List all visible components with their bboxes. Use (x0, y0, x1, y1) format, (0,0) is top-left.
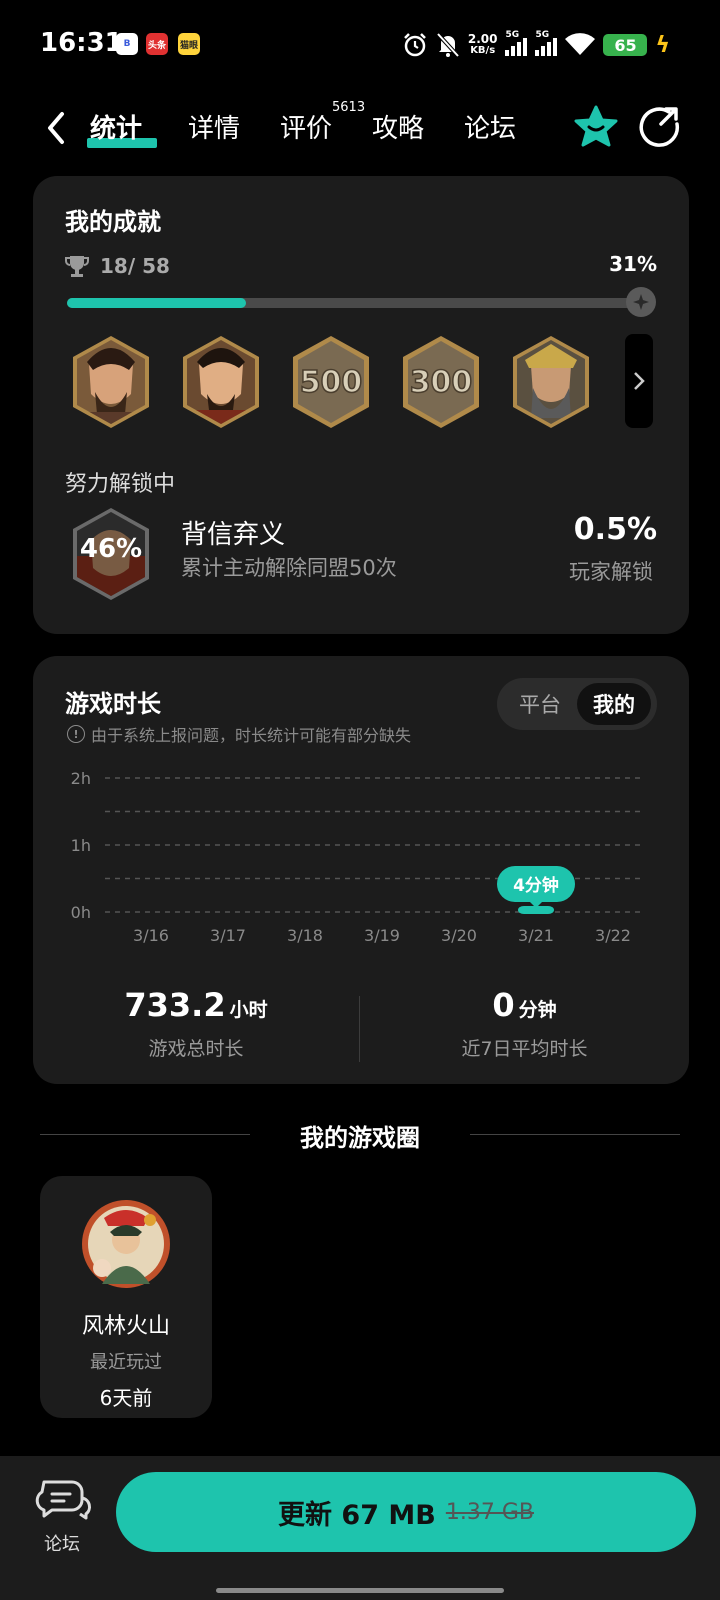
current-achievement-progress: 46% (79, 534, 143, 564)
toggle-platform[interactable]: 平台 (503, 683, 577, 725)
playtime-title: 游戏时长 (65, 690, 161, 718)
toggle-mine[interactable]: 我的 (577, 683, 651, 725)
achievement-badge[interactable] (179, 334, 263, 430)
avg-playtime-label: 近7日平均时长 (461, 1038, 588, 1060)
total-playtime-label: 游戏总时长 (148, 1038, 244, 1060)
app-notification-icon: B (116, 33, 138, 55)
chart-y-tick-label: 2h (71, 769, 91, 788)
info-icon: ! (67, 725, 85, 743)
chart-y-tick-label: 0h (71, 903, 91, 922)
badges-next-button[interactable] (625, 334, 653, 428)
wifi-icon (565, 33, 596, 55)
home-indicator (216, 1588, 504, 1593)
update-old-size: 1.37 GB (445, 1499, 534, 1525)
back-arrow-icon[interactable] (38, 106, 74, 150)
achievement-badge-300[interactable]: 300 (399, 334, 483, 430)
avg-playtime-unit: 分钟 (518, 999, 557, 1021)
current-achievement-name: 背信弃义 (181, 520, 286, 550)
chart-x-tick-label: 3/20 (441, 926, 477, 945)
playtime-chart: 0h 1h 2h 3/16 3/17 3/18 3/19 3/20 3/21 3/22 4分钟 (71, 769, 643, 945)
chart-tooltip-label: 4分钟 (513, 875, 559, 896)
divider-line (470, 1134, 680, 1135)
battery-icon: 65 (603, 34, 648, 56)
progress-end-star-icon (626, 287, 656, 317)
avg-playtime-stat: 0 分钟 近7日平均时长 (360, 986, 689, 1061)
achievement-count: 18/ 58 (100, 254, 170, 278)
game-circle-title: 我的游戏圈 (300, 1124, 420, 1152)
bottom-bar: 论坛 更新 67 MB 1.37 GB (0, 1456, 720, 1600)
favorite-star-icon[interactable] (573, 104, 619, 150)
chevron-right-icon (634, 372, 645, 390)
tab-reviews[interactable]: 评价 (280, 108, 332, 145)
signal-label: 5G (535, 30, 550, 40)
alarm-icon (403, 33, 426, 57)
avg-playtime-value: 0 (492, 986, 515, 1024)
chart-y-tick-label: 1h (71, 836, 91, 855)
game-circle-card[interactable]: 风林火山 最近玩过 6天前 (40, 1176, 212, 1418)
signal-icon: 5G (505, 30, 528, 56)
chart-x-tick-label: 3/16 (133, 926, 169, 945)
game-circle-header: 我的游戏圈 (0, 1112, 720, 1152)
circle-name: 风林火山 (81, 1314, 170, 1339)
playtime-notice: ! 由于系统上报问题，时长统计可能有部分缺失 (67, 722, 411, 746)
achievement-progress-fill (67, 298, 246, 308)
current-achievement-rate: 0.5% (573, 512, 657, 547)
chart-x-tick-label: 3/17 (210, 926, 246, 945)
update-label: 更新 67 MB (278, 1499, 436, 1531)
current-achievement-rate-label: 玩家解锁 (569, 560, 653, 584)
total-playtime-stat: 733.2 小时 游戏总时长 (33, 986, 359, 1061)
chart-x-tick-label: 3/18 (287, 926, 323, 945)
achievement-percent: 31% (609, 252, 657, 276)
status-time: 16:31 (40, 28, 123, 58)
tab-details[interactable]: 详情 (188, 108, 240, 145)
current-achievement-desc: 累计主动解除同盟50次 (181, 556, 397, 580)
achievement-badge[interactable] (509, 334, 593, 430)
achievement-badge-500[interactable]: 500 (289, 334, 373, 430)
mute-bell-icon (436, 32, 460, 58)
net-speed: 2.00 KB/s (468, 33, 498, 57)
signal-label: 5G (505, 30, 520, 40)
net-speed-value: 2.00 (467, 32, 498, 46)
trophy-icon (65, 256, 89, 277)
signal-icon: 5G (535, 30, 558, 56)
tab-stats[interactable]: 统计 (90, 108, 142, 145)
share-icon[interactable] (637, 104, 681, 148)
status-bar: 16:31 B 头条 猫眼 2.00 KB/s 5G 5G 65 ϟ (0, 0, 720, 90)
svg-text:500: 500 (300, 365, 363, 400)
tab-guides[interactable]: 攻略 (372, 108, 424, 145)
status-icons: 2.00 KB/s 5G 5G 65 ϟ (402, 28, 670, 62)
forum-button[interactable]: 论坛 (30, 1478, 94, 1558)
achievement-progress-bar (67, 298, 643, 308)
total-playtime-value: 733.2 (124, 986, 226, 1024)
unlocking-label: 努力解锁中 (65, 472, 176, 497)
forum-chat-icon (35, 1480, 91, 1520)
top-nav: 统计 详情 评价 5613 攻略 论坛 (0, 100, 720, 160)
circle-sub: 最近玩过 (90, 1352, 162, 1373)
circle-avatar (82, 1200, 170, 1288)
tab-forum[interactable]: 论坛 (464, 108, 516, 145)
net-speed-unit: KB/s (470, 45, 496, 56)
app-notification-icon: 头条 (146, 33, 168, 55)
playtime-notice-text: 由于系统上报问题，时长统计可能有部分缺失 (91, 726, 412, 745)
charging-icon: ϟ (655, 32, 670, 58)
achievements-title: 我的成就 (65, 208, 161, 236)
chart-x-tick-label: 3/22 (595, 926, 631, 945)
review-count: 5613 (332, 100, 366, 115)
total-playtime-unit: 小时 (229, 999, 268, 1021)
chart-x-tick-label: 3/21 (518, 926, 554, 945)
achievement-badge[interactable] (69, 334, 153, 430)
playtime-source-toggle: 平台 我的 (497, 678, 657, 730)
circle-last-played: 6天前 (99, 1386, 153, 1410)
app-notification-icon: 猫眼 (178, 33, 200, 55)
achievements-card[interactable]: 我的成就 18/ 58 31% 500 300 努力解锁中 46% 背信弃义 累… (33, 176, 689, 634)
svg-text:300: 300 (410, 365, 473, 400)
update-button[interactable]: 更新 67 MB 1.37 GB (116, 1472, 696, 1552)
chart-x-tick-label: 3/19 (364, 926, 400, 945)
forum-label: 论坛 (44, 1534, 80, 1555)
playtime-card: 游戏时长 ! 由于系统上报问题，时长统计可能有部分缺失 平台 我的 0h 1h 2h… (33, 656, 689, 1084)
